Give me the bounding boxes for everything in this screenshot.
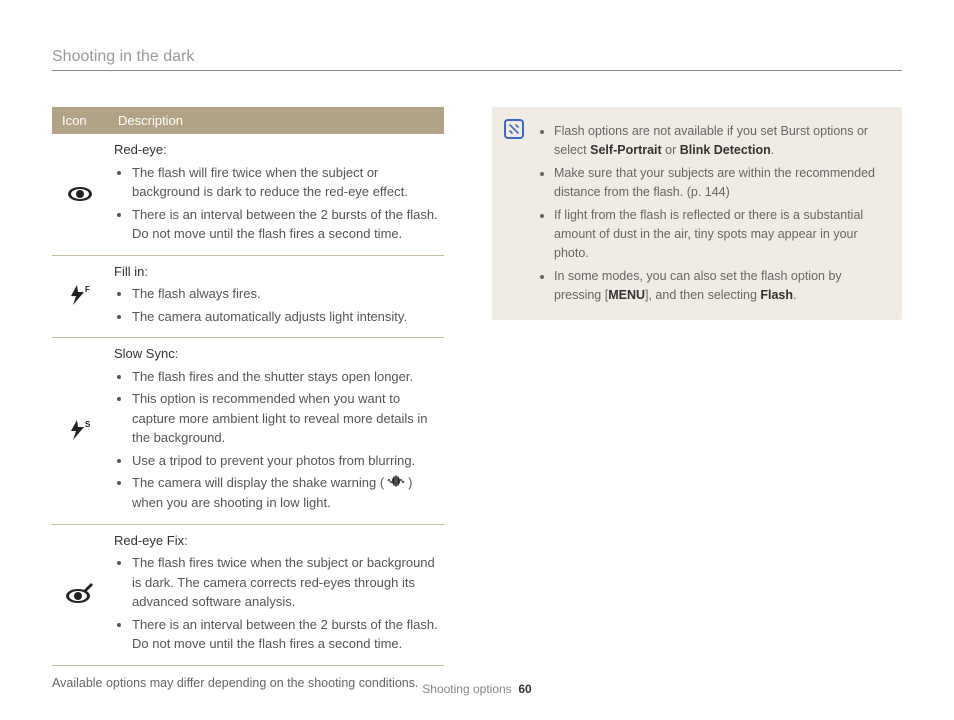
- flash-s-icon: S: [52, 338, 108, 525]
- footer-section: Shooting options: [422, 682, 511, 696]
- shake-warning-icon: [386, 474, 406, 494]
- bullet-item: Use a tripod to prevent your photos from…: [132, 451, 438, 471]
- table-row: Red-eye:The flash will fire twice when t…: [52, 134, 444, 255]
- row-title: Red-eye: [114, 142, 163, 157]
- row-title: Slow Sync: [114, 346, 175, 361]
- note-item: In some modes, you can also set the flas…: [554, 267, 888, 306]
- eye-brush-icon: [52, 524, 108, 665]
- table-row: F Fill in:The flash always fires.The came…: [52, 255, 444, 338]
- note-item: Make sure that your subjects are within …: [554, 164, 888, 203]
- row-title: Red-eye Fix: [114, 533, 184, 548]
- bullet-item: The camera will display the shake warnin…: [132, 473, 438, 513]
- note-item: Flash options are not available if you s…: [554, 122, 888, 161]
- footer-page-number: 60: [518, 682, 531, 696]
- description-cell: Fill in:The flash always fires.The camer…: [108, 255, 444, 338]
- col-header-icon: Icon: [52, 107, 108, 134]
- col-header-description: Description: [108, 107, 444, 134]
- page-footer: Shooting options 60: [0, 682, 954, 696]
- flash-f-icon: F: [52, 255, 108, 338]
- note-bold: MENU: [608, 288, 645, 302]
- bullet-item: The flash fires twice when the subject o…: [132, 553, 438, 612]
- note-bold: Blink Detection: [680, 143, 771, 157]
- content-columns: Icon Description Red-eye:The flash will …: [52, 107, 902, 690]
- page-title: Shooting in the dark: [52, 48, 902, 71]
- note-box: Flash options are not available if you s…: [492, 107, 902, 320]
- svg-text:S: S: [85, 420, 91, 429]
- note-bold: Self-Portrait: [590, 143, 662, 157]
- note-bold: Flash: [760, 288, 793, 302]
- table-row: Red-eye Fix:The flash fires twice when t…: [52, 524, 444, 665]
- description-cell: Slow Sync:The flash fires and the shutte…: [108, 338, 444, 525]
- bullet-item: The flash will fire twice when the subje…: [132, 163, 438, 202]
- table-row: S Slow Sync:The flash fires and the shutt…: [52, 338, 444, 525]
- left-column: Icon Description Red-eye:The flash will …: [52, 107, 444, 690]
- bullet-item: This option is recommended when you want…: [132, 389, 438, 448]
- row-title: Fill in: [114, 264, 144, 279]
- bullet-item: The flash fires and the shutter stays op…: [132, 367, 438, 387]
- flash-options-table: Icon Description Red-eye:The flash will …: [52, 107, 444, 666]
- description-cell: Red-eye:The flash will fire twice when t…: [108, 134, 444, 255]
- eye-icon: [52, 134, 108, 255]
- note-item: If light from the flash is reflected or …: [554, 206, 888, 264]
- bullet-item: The flash always fires.: [132, 284, 438, 304]
- bullet-item: The camera automatically adjusts light i…: [132, 307, 438, 327]
- svg-text:F: F: [85, 285, 90, 294]
- note-icon: [504, 119, 524, 139]
- bullet-item: There is an interval between the 2 burst…: [132, 615, 438, 654]
- bullet-item: There is an interval between the 2 burst…: [132, 205, 438, 244]
- description-cell: Red-eye Fix:The flash fires twice when t…: [108, 524, 444, 665]
- right-column: Flash options are not available if you s…: [492, 107, 902, 690]
